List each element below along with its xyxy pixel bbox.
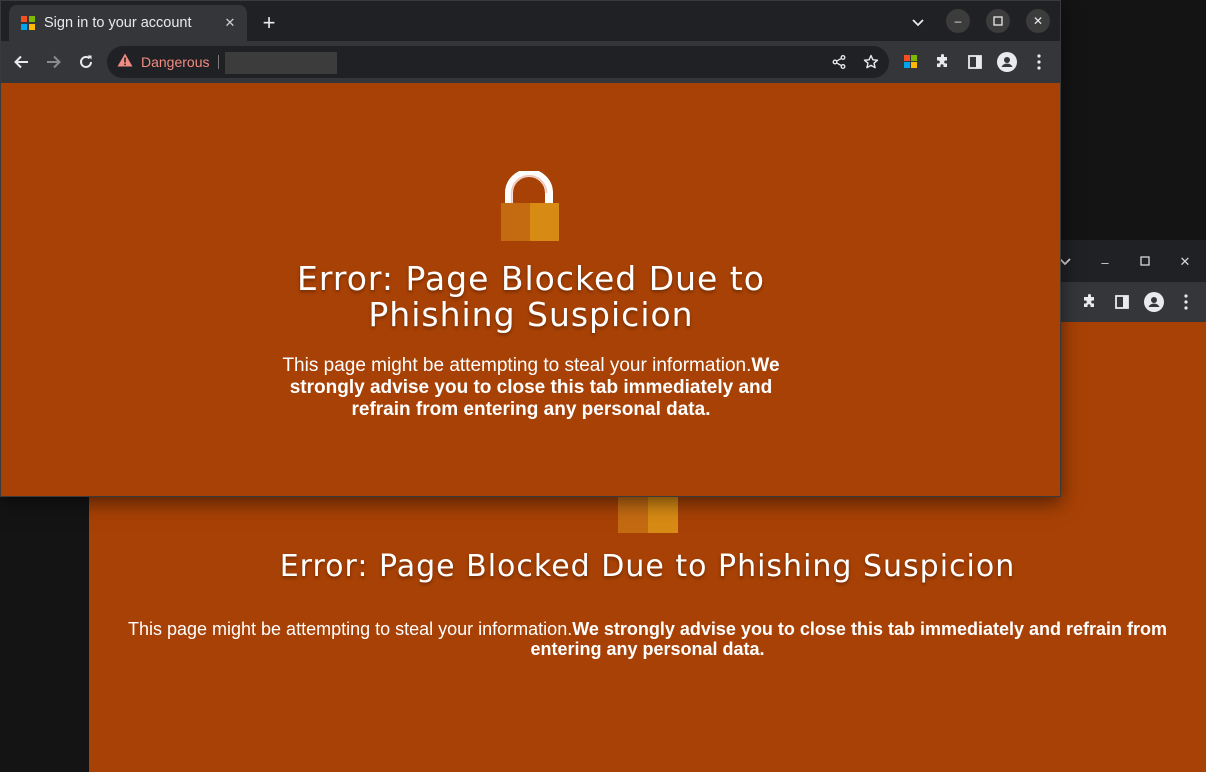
- tab-sign-in[interactable]: Sign in to your account ✕: [9, 5, 247, 41]
- forward-arrow-icon[interactable]: [42, 50, 66, 74]
- bookmark-star-icon[interactable]: [859, 50, 883, 74]
- side-panel-icon[interactable]: [963, 50, 987, 74]
- browser-toolbar: Dangerous: [1, 41, 1060, 83]
- page-heading: Error: Page Blocked Due to Phishing Susp…: [297, 259, 765, 334]
- side-panel-icon[interactable]: [1110, 290, 1134, 314]
- back-page-heading: Error: Page Blocked Due to Phishing Susp…: [279, 549, 1016, 584]
- menu-kebab-icon[interactable]: [1174, 290, 1198, 314]
- close-button[interactable]: ✕: [1026, 9, 1050, 33]
- back-maximize-button[interactable]: [1135, 251, 1155, 271]
- maximize-button[interactable]: [986, 9, 1010, 33]
- new-tab-button[interactable]: +: [257, 11, 281, 35]
- title-bar: Sign in to your account ✕ + – ✕: [1, 1, 1060, 41]
- reload-icon[interactable]: [74, 50, 98, 74]
- share-icon[interactable]: [827, 50, 851, 74]
- back-arrow-icon[interactable]: [9, 50, 33, 74]
- extensions-puzzle-icon[interactable]: [931, 50, 955, 74]
- security-indicator[interactable]: Dangerous: [117, 46, 219, 78]
- message-normal: This page might be attempting to steal y…: [282, 355, 752, 376]
- profile-avatar-icon[interactable]: [1142, 290, 1166, 314]
- tab-title: Sign in to your account: [44, 15, 192, 31]
- address-bar[interactable]: Dangerous: [107, 46, 889, 78]
- omnibox-separator: [217, 55, 219, 69]
- profile-avatar-icon[interactable]: [995, 50, 1019, 74]
- microsoft-extension-icon[interactable]: [899, 50, 923, 74]
- lock-icon: [618, 496, 678, 533]
- back-close-button[interactable]: ✕: [1175, 252, 1195, 272]
- microsoft-logo-icon: [21, 16, 35, 30]
- tab-close-button[interactable]: ✕: [221, 14, 239, 32]
- back-minimize-button[interactable]: –: [1095, 252, 1115, 272]
- extensions-puzzle-icon[interactable]: [1078, 290, 1102, 314]
- menu-kebab-icon[interactable]: [1027, 50, 1051, 74]
- minimize-button[interactable]: –: [946, 9, 970, 33]
- tab-search-chevron-icon[interactable]: [908, 13, 928, 33]
- warning-triangle-icon: [117, 53, 133, 72]
- page-message: This page might be attempting to steal y…: [271, 355, 791, 421]
- url-text-redacted[interactable]: [225, 52, 337, 74]
- back-page-message: This page might be attempting to steal y…: [119, 619, 1176, 659]
- back-message-bold: We strongly advise you to close this tab…: [530, 619, 1168, 659]
- foreground-browser-window: Sign in to your account ✕ + – ✕ Dangerou…: [0, 0, 1061, 497]
- blocked-page: Error: Page Blocked Due to Phishing Susp…: [1, 83, 1060, 496]
- back-message-normal: This page might be attempting to steal y…: [127, 619, 573, 639]
- dangerous-label: Dangerous: [141, 54, 210, 70]
- lock-icon: [499, 169, 561, 243]
